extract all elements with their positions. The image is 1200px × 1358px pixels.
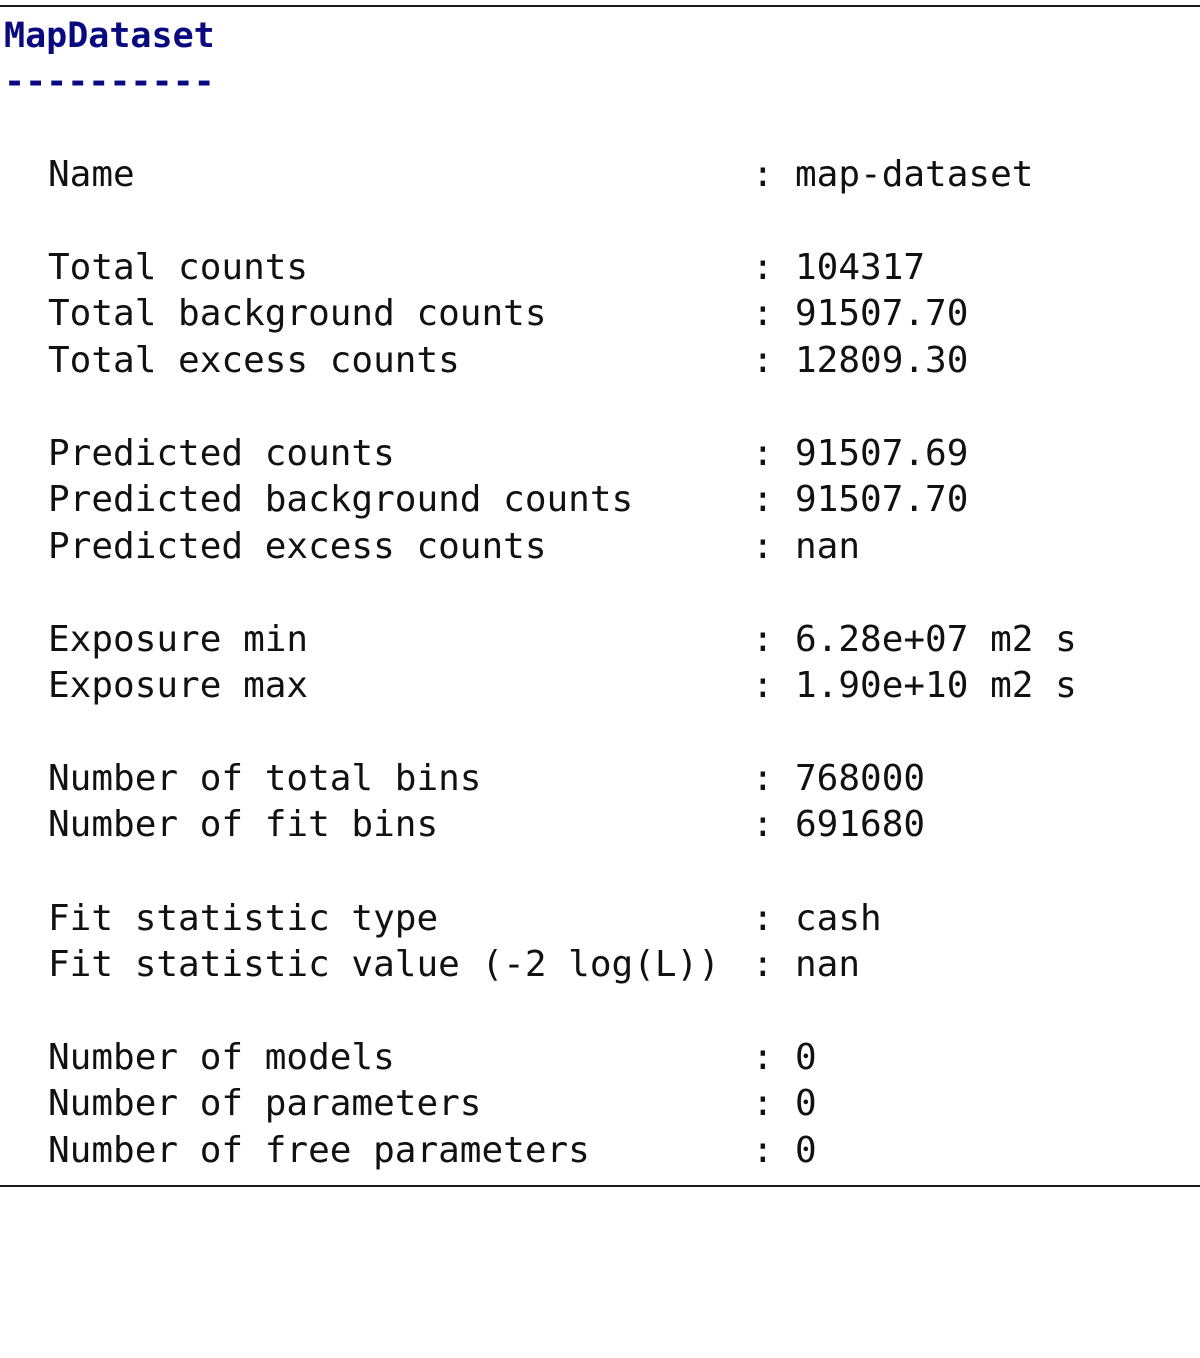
row-exposure-min: Exposure min : 6.28e+07 m2 s: [0, 617, 1077, 663]
row-value: 6.28e+07 m2 s: [795, 619, 1077, 660]
row-value: 0: [795, 1083, 817, 1124]
row-value: 0: [795, 1130, 817, 1171]
row-value: 91507.70: [795, 293, 969, 334]
row-total-counts: Total counts : 104317: [0, 245, 925, 291]
row-value: 768000: [795, 758, 926, 799]
row-value: 91507.70: [795, 479, 969, 520]
row-separator: :: [752, 340, 774, 381]
row-separator: :: [752, 433, 774, 474]
row-fit-statistic-type: Fit statistic type : cash: [0, 896, 882, 942]
row-separator: :: [752, 1037, 774, 1078]
row-label: Exposure min: [48, 619, 309, 660]
row-number-of-parameters: Number of parameters : 0: [0, 1081, 817, 1127]
row-separator: :: [752, 479, 774, 520]
row-value: cash: [795, 898, 882, 939]
row-predicted-excess-counts: Predicted excess counts : nan: [0, 524, 860, 570]
row-separator: :: [752, 758, 774, 799]
row-separator: :: [752, 293, 774, 334]
row-separator: :: [752, 1130, 774, 1171]
row-value: 91507.69: [795, 433, 969, 474]
row-separator: :: [752, 526, 774, 567]
row-separator: :: [752, 665, 774, 706]
row-value: nan: [795, 526, 861, 567]
row-separator: :: [752, 944, 774, 985]
row-value: map-dataset: [795, 154, 1034, 195]
row-name: Name : map-dataset: [0, 152, 1033, 198]
row-value: 1.90e+10 m2 s: [795, 665, 1077, 706]
row-value: 691680: [795, 804, 926, 845]
row-separator: :: [752, 1083, 774, 1124]
row-label: Exposure max: [48, 665, 309, 706]
row-separator: :: [752, 154, 774, 195]
row-label: Number of total bins: [48, 758, 482, 799]
row-value: nan: [795, 944, 861, 985]
row-label: Predicted excess counts: [48, 526, 547, 567]
row-label: Total counts: [48, 247, 309, 288]
row-label: Name: [48, 154, 135, 195]
row-number-of-free-parameters: Number of free parameters : 0: [0, 1128, 817, 1174]
row-separator: :: [752, 804, 774, 845]
row-number-of-fit-bins: Number of fit bins : 691680: [0, 802, 925, 848]
row-label: Number of free parameters: [48, 1130, 590, 1171]
top-rule: [0, 5, 1200, 7]
row-separator: :: [752, 619, 774, 660]
row-label: Number of fit bins: [48, 804, 439, 845]
row-separator: :: [752, 247, 774, 288]
row-label: Predicted counts: [48, 433, 395, 474]
row-label: Fit statistic type: [48, 898, 439, 939]
row-label: Fit statistic value (-2 log(L)): [48, 944, 720, 985]
row-predicted-counts: Predicted counts : 91507.69: [0, 431, 968, 477]
bottom-rule: [0, 1185, 1200, 1187]
row-label: Number of models: [48, 1037, 395, 1078]
row-value: 0: [795, 1037, 817, 1078]
row-number-of-models: Number of models : 0: [0, 1035, 817, 1081]
row-label: Number of parameters: [48, 1083, 482, 1124]
row-number-of-total-bins: Number of total bins : 768000: [0, 756, 925, 802]
row-value: 104317: [795, 247, 926, 288]
row-label: Total background counts: [48, 293, 547, 334]
row-total-background-counts: Total background counts : 91507.70: [0, 291, 968, 337]
row-predicted-background-counts: Predicted background counts : 91507.70: [0, 477, 968, 523]
title-underline: ----------: [4, 62, 215, 102]
row-label: Predicted background counts: [48, 479, 634, 520]
row-label: Total excess counts: [48, 340, 460, 381]
row-exposure-max: Exposure max : 1.90e+10 m2 s: [0, 663, 1077, 709]
row-separator: :: [752, 898, 774, 939]
row-total-excess-counts: Total excess counts : 12809.30: [0, 338, 968, 384]
row-fit-statistic-value: Fit statistic value (-2 log(L)) : nan: [0, 942, 860, 988]
row-value: 12809.30: [795, 340, 969, 381]
page-title: MapDataset: [4, 16, 215, 56]
